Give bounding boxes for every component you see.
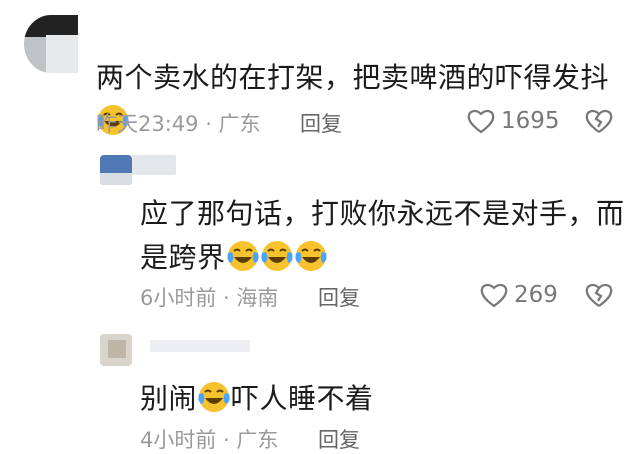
avatar[interactable] <box>100 155 132 185</box>
reply-button[interactable]: 回复 <box>318 282 360 312</box>
dislike-button[interactable] <box>585 282 613 308</box>
broken-heart-icon <box>585 108 613 134</box>
broken-heart-icon <box>585 282 613 308</box>
comment-meta: 6小时前 · 海南 <box>140 286 279 310</box>
comment-meta: 昨天23:49 · 广东 <box>96 112 261 136</box>
avatar[interactable] <box>100 334 132 366</box>
like-button[interactable]: 269 <box>480 282 558 308</box>
laughing-crying-emoji-icon <box>226 239 260 286</box>
avatar[interactable] <box>24 15 78 73</box>
comment-meta: 4小时前 · 广东 <box>140 428 279 452</box>
dislike-button[interactable] <box>585 108 613 134</box>
heart-outline-icon <box>480 282 508 308</box>
username-blurred <box>132 155 176 175</box>
laughing-crying-emoji-icon <box>197 380 231 427</box>
username-blurred <box>150 340 250 352</box>
like-button[interactable]: 1695 <box>467 108 560 134</box>
reply-button[interactable]: 回复 <box>300 108 342 138</box>
laughing-crying-emoji-icon <box>294 239 328 286</box>
like-count: 269 <box>514 282 558 308</box>
laughing-crying-emoji-icon <box>260 239 294 286</box>
reply-button[interactable]: 回复 <box>318 424 360 454</box>
heart-outline-icon <box>467 108 495 134</box>
comment-text: 别闹 吓人睡不着 <box>140 377 630 427</box>
like-count: 1695 <box>501 108 560 134</box>
comment-text: 应了那句话，打败你永远不是对手，而 是跨界 <box>140 192 630 286</box>
